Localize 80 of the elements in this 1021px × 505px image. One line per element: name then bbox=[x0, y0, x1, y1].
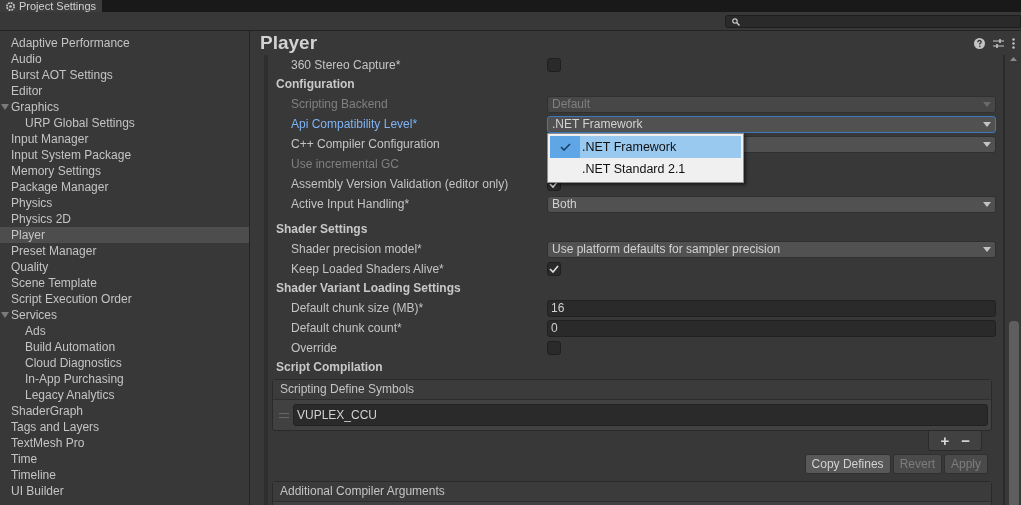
sidebar-item[interactable]: UI Builder bbox=[0, 483, 249, 499]
sidebar-item[interactable]: Physics bbox=[0, 195, 249, 211]
expand-arrow-icon[interactable] bbox=[1, 104, 9, 110]
sidebar-item[interactable]: Burst AOT Settings bbox=[0, 67, 249, 83]
field-label: 360 Stereo Capture* bbox=[290, 58, 402, 72]
search-icon bbox=[732, 17, 740, 26]
sidebar-item[interactable]: Input System Package bbox=[0, 147, 249, 163]
sidebar-item[interactable]: Services bbox=[0, 307, 249, 323]
sidebar-item[interactable]: Input Manager bbox=[0, 131, 249, 147]
section-header: Configuration bbox=[275, 76, 356, 93]
sidebar-item[interactable]: URP Global Settings bbox=[0, 115, 249, 131]
caret-icon bbox=[983, 201, 991, 207]
caret-icon bbox=[983, 141, 991, 147]
dropdown[interactable]: .NET Framework bbox=[547, 115, 996, 133]
sidebar-item[interactable]: Adaptive Performance bbox=[0, 35, 249, 51]
check-icon bbox=[559, 143, 571, 151]
field-label: Default chunk count* bbox=[290, 321, 403, 335]
sidebar-item[interactable]: Cloud Diagnostics bbox=[0, 355, 249, 371]
caret-icon bbox=[983, 101, 991, 107]
number-field[interactable]: 0 bbox=[547, 319, 996, 337]
sidebar-item[interactable]: Scene Template bbox=[0, 275, 249, 291]
expand-arrow-icon[interactable] bbox=[1, 312, 9, 318]
section-header: Script Compilation bbox=[275, 359, 384, 376]
sidebar-item[interactable]: Audio bbox=[0, 51, 249, 67]
sidebar-item[interactable]: Memory Settings bbox=[0, 163, 249, 179]
section-header: Shader Variant Loading Settings bbox=[275, 280, 462, 297]
checkbox[interactable] bbox=[547, 262, 561, 276]
gear-icon bbox=[6, 1, 15, 11]
sidebar-item[interactable]: Timeline bbox=[0, 467, 249, 483]
field-label: Default chunk size (MB)* bbox=[290, 301, 425, 315]
sidebar-item[interactable]: Tags and Layers bbox=[0, 419, 249, 435]
sidebar-item[interactable]: Preset Manager bbox=[0, 243, 249, 259]
sidebar-item[interactable]: Graphics bbox=[0, 99, 249, 115]
sidebar-item[interactable]: Physics 2D bbox=[0, 211, 249, 227]
sidebar-item[interactable]: ShaderGraph bbox=[0, 403, 249, 419]
menu-item[interactable]: .NET Standard 2.1 bbox=[550, 158, 741, 180]
text-field[interactable]: VUPLEX_CCU bbox=[293, 404, 988, 426]
sidebar-item[interactable]: Legacy Analytics bbox=[0, 387, 249, 403]
checkbox[interactable] bbox=[547, 341, 561, 355]
field-label: Override bbox=[290, 341, 338, 355]
list-header: Additional Compiler Arguments bbox=[273, 482, 991, 502]
add-button[interactable]: + bbox=[937, 431, 953, 450]
field-label: C++ Compiler Configuration bbox=[290, 137, 441, 151]
sidebar-item[interactable]: Player bbox=[0, 227, 249, 243]
sidebar-item[interactable]: Editor bbox=[0, 83, 249, 99]
sidebar-item[interactable]: Script Execution Order bbox=[0, 291, 249, 307]
action-button[interactable]: Copy Defines bbox=[804, 454, 891, 474]
field-label: Active Input Handling* bbox=[290, 197, 411, 211]
menu-item[interactable]: .NET Framework bbox=[550, 136, 741, 158]
sidebar-item[interactable]: Build Automation bbox=[0, 339, 249, 355]
field-label: Scripting Backend bbox=[290, 97, 389, 111]
search-field[interactable] bbox=[725, 15, 1021, 28]
section-header: Shader Settings bbox=[275, 221, 369, 238]
sidebar-item[interactable]: In-App Purchasing bbox=[0, 371, 249, 387]
field-label: Api Compatibility Level* bbox=[290, 117, 419, 131]
field-label: Shader precision model* bbox=[290, 242, 423, 256]
checkbox[interactable] bbox=[547, 58, 561, 72]
caret-icon bbox=[983, 121, 991, 127]
dropdown[interactable]: Both bbox=[547, 195, 996, 213]
sidebar-item[interactable]: Package Manager bbox=[0, 179, 249, 195]
list-header: Scripting Define Symbols bbox=[273, 380, 991, 400]
page-title: Player bbox=[260, 32, 319, 54]
remove-button[interactable]: − bbox=[958, 431, 973, 450]
sidebar-item[interactable]: TextMesh Pro bbox=[0, 435, 249, 451]
scrollbar-thumb[interactable] bbox=[1009, 321, 1019, 505]
sidebar-item[interactable]: Ads bbox=[0, 323, 249, 339]
more-icon[interactable] bbox=[1012, 37, 1015, 49]
field-label: Keep Loaded Shaders Alive* bbox=[290, 262, 445, 276]
number-field[interactable]: 16 bbox=[547, 299, 996, 317]
help-icon[interactable] bbox=[974, 37, 985, 49]
sidebar-item[interactable]: Quality bbox=[0, 259, 249, 275]
drag-handle-icon[interactable] bbox=[279, 412, 289, 418]
scroll-up-icon[interactable] bbox=[1010, 57, 1017, 61]
sliders-icon[interactable] bbox=[993, 37, 1004, 49]
field-label: Assembly Version Validation (editor only) bbox=[290, 177, 510, 191]
sidebar-item[interactable]: Time bbox=[0, 451, 249, 467]
dropdown[interactable]: Use platform defaults for sampler precision bbox=[547, 240, 996, 258]
field-label: Use incremental GC bbox=[290, 157, 401, 171]
window-tab[interactable]: Project Settings bbox=[0, 0, 103, 12]
caret-icon bbox=[983, 246, 991, 252]
